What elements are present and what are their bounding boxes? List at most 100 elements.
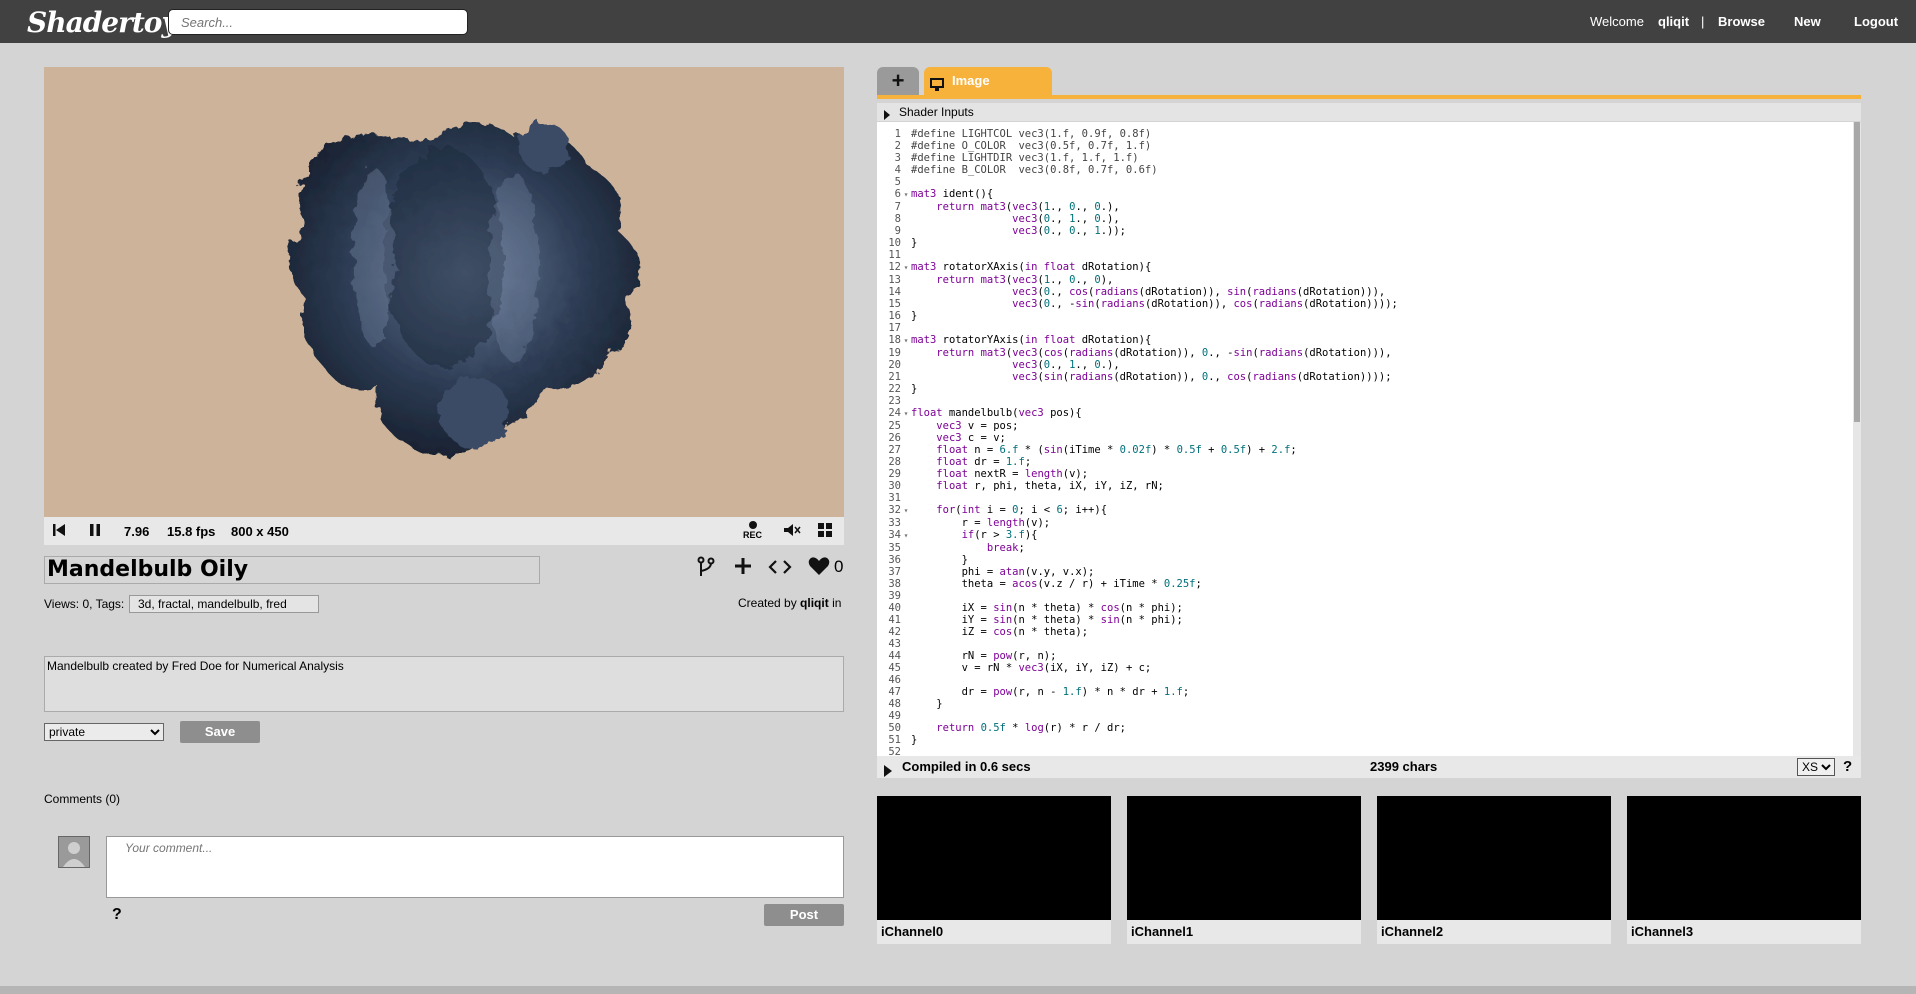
code-text[interactable]: vec3 c = v;	[911, 432, 1006, 444]
code-line[interactable]: 47 dr = pow(r, n - 1.f) * n * dr + 1.f;	[877, 686, 1398, 698]
code-line[interactable]: 51}	[877, 734, 1398, 746]
code-line[interactable]: 24 ▾ float mandelbulb(vec3 pos){	[877, 407, 1398, 420]
post-comment-button[interactable]: Post	[764, 904, 844, 926]
ichannel2-slot[interactable]: iChannel2	[1377, 796, 1611, 944]
code-line[interactable]: 44 rN = pow(r, n);	[877, 650, 1398, 662]
code-text[interactable]: iX = sin(n * theta) * cos(n * phi);	[911, 602, 1183, 614]
code-text[interactable]: }	[911, 310, 917, 322]
code-line[interactable]: 18 ▾ mat3 rotatorYAxis(in float dRotation)…	[877, 334, 1398, 347]
code-line[interactable]: 31	[877, 492, 1398, 504]
code-line[interactable]: 52	[877, 746, 1398, 756]
fold-arrow-icon[interactable]: ▾	[901, 262, 911, 274]
code-line[interactable]: 27 float n = 6.f * (sin(iTime * 0.02f) *…	[877, 444, 1398, 456]
fullscreen-icon[interactable]	[817, 522, 833, 541]
code-text[interactable]: }	[911, 383, 917, 395]
code-line[interactable]: 3 #define LIGHTDIR vec3(1.f, 1.f, 1.f)	[877, 152, 1398, 164]
ichannel3-preview[interactable]	[1627, 796, 1861, 920]
code-line[interactable]: 49	[877, 710, 1398, 722]
code-text[interactable]: phi = atan(v.y, v.x);	[911, 566, 1095, 578]
logout-link[interactable]: Logout	[1854, 14, 1898, 29]
code-line[interactable]: 17	[877, 322, 1398, 334]
code-line[interactable]: 38 theta = acos(v.z / r) + iTime * 0.25f…	[877, 578, 1398, 590]
fold-arrow-icon[interactable]: ▾	[901, 189, 911, 201]
code-line[interactable]: 48 }	[877, 698, 1398, 710]
code-line[interactable]: 50 return 0.5f * log(r) * r / dr;	[877, 722, 1398, 734]
code-line[interactable]: 14 vec3(0., cos(radians(dRotation)), sin…	[877, 286, 1398, 298]
code-text[interactable]: return mat3(vec3(1., 0., 0.),	[911, 201, 1119, 213]
code-line[interactable]: 11	[877, 249, 1398, 261]
code-line[interactable]: 40 iX = sin(n * theta) * cos(n * phi);	[877, 602, 1398, 614]
code-line[interactable]: 41 iY = sin(n * theta) * sin(n * phi);	[877, 614, 1398, 626]
code-line[interactable]: 8 vec3(0., 1., 0.),	[877, 213, 1398, 225]
code-line[interactable]: 16}	[877, 310, 1398, 322]
code-line[interactable]: 33 r = length(v);	[877, 517, 1398, 529]
add-tab-button[interactable]: +	[877, 67, 919, 95]
code-text[interactable]: #define LIGHTCOL vec3(1.f, 0.9f, 0.8f)	[911, 128, 1151, 140]
code-line[interactable]: 6 ▾ mat3 ident(){	[877, 188, 1398, 201]
code-text[interactable]: r = length(v);	[911, 517, 1051, 529]
code-line[interactable]: 9 vec3(0., 0., 1.));	[877, 225, 1398, 237]
shader-title-input[interactable]: Mandelbulb Oily	[44, 556, 540, 584]
comment-help-link[interactable]: ?	[112, 906, 122, 924]
pause-icon[interactable]	[88, 522, 102, 541]
code-line[interactable]: 37 phi = atan(v.y, v.x);	[877, 566, 1398, 578]
code-text[interactable]: }	[911, 698, 942, 710]
author-link[interactable]: qliqit	[800, 596, 829, 610]
code-text[interactable]: }	[911, 554, 968, 566]
code-text[interactable]: #define O_COLOR vec3(0.5f, 0.7f, 1.f)	[911, 140, 1151, 152]
code-text[interactable]: break;	[911, 542, 1025, 554]
code-line[interactable]: 36 }	[877, 554, 1398, 566]
description-textarea[interactable]: Mandelbulb created by Fred Doe for Numer…	[44, 656, 844, 712]
username-link[interactable]: qliqit	[1658, 14, 1689, 29]
comment-input[interactable]	[106, 836, 844, 898]
code-line[interactable]: 15 vec3(0., -sin(radians(dRotation)), co…	[877, 298, 1398, 310]
code-line[interactable]: 1 #define LIGHTCOL vec3(1.f, 0.9f, 0.8f)	[877, 128, 1398, 140]
code-line[interactable]: 23	[877, 395, 1398, 407]
fold-arrow-icon[interactable]: ▾	[901, 505, 911, 517]
code-text[interactable]: iZ = cos(n * theta);	[911, 626, 1088, 638]
ichannel1-preview[interactable]	[1127, 796, 1361, 920]
code-text[interactable]: return mat3(vec3(cos(radians(dRotation))…	[911, 347, 1391, 359]
code-text[interactable]: #define B_COLOR vec3(0.8f, 0.7f, 0.6f)	[911, 164, 1158, 176]
code-line[interactable]: 39	[877, 590, 1398, 602]
code-editor[interactable]: 1 #define LIGHTCOL vec3(1.f, 0.9f, 0.8f) 2…	[877, 122, 1853, 756]
ichannel2-preview[interactable]	[1377, 796, 1611, 920]
fork-icon[interactable]	[697, 556, 715, 583]
ichannel1-slot[interactable]: iChannel1	[1127, 796, 1361, 944]
code-text[interactable]: }	[911, 734, 917, 746]
code-text[interactable]: mat3 ident(){	[911, 188, 993, 200]
volume-icon[interactable]	[782, 522, 802, 541]
shader-canvas[interactable]	[44, 67, 844, 517]
code-line[interactable]: 20 vec3(0., 1., 0.),	[877, 359, 1398, 371]
code-line[interactable]: 25 vec3 v = pos;	[877, 420, 1398, 432]
code-text[interactable]: return 0.5f * log(r) * r / dr;	[911, 722, 1126, 734]
rewind-icon[interactable]	[52, 522, 66, 541]
add-icon[interactable]	[733, 555, 753, 582]
code-line[interactable]: 7 return mat3(vec3(1., 0., 0.),	[877, 201, 1398, 213]
code-text[interactable]: dr = pow(r, n - 1.f) * n * dr + 1.f;	[911, 686, 1190, 698]
tab-image[interactable]: Image	[924, 67, 1052, 95]
code-text[interactable]: vec3(0., 0., 1.));	[911, 225, 1126, 237]
ichannel0-preview[interactable]	[877, 796, 1111, 920]
code-text[interactable]: float dr = 1.f;	[911, 456, 1031, 468]
code-line[interactable]: 10}	[877, 237, 1398, 249]
code-text[interactable]: vec3(sin(radians(dRotation)), 0., cos(ra…	[911, 371, 1391, 383]
ichannel3-slot[interactable]: iChannel3	[1627, 796, 1861, 944]
code-text[interactable]: iY = sin(n * theta) * sin(n * phi);	[911, 614, 1183, 626]
code-text[interactable]: vec3 v = pos;	[911, 420, 1018, 432]
code-text[interactable]: float nextR = length(v);	[911, 468, 1088, 480]
code-text[interactable]: if(r > 3.f){	[911, 529, 1038, 541]
code-line[interactable]: 32 ▾ for(int i = 0; i < 6; i++){	[877, 504, 1398, 517]
code-text[interactable]: theta = acos(v.z / r) + iTime * 0.25f;	[911, 578, 1202, 590]
code-text[interactable]: #define LIGHTDIR vec3(1.f, 1.f, 1.f)	[911, 152, 1139, 164]
code-text[interactable]: float r, phi, theta, iX, iY, iZ, rN;	[911, 480, 1164, 492]
code-line[interactable]: 4 #define B_COLOR vec3(0.8f, 0.7f, 0.6f)	[877, 164, 1398, 176]
code-text[interactable]: vec3(0., 1., 0.),	[911, 359, 1120, 371]
browse-link[interactable]: Browse	[1718, 14, 1765, 29]
code-line[interactable]: 2 #define O_COLOR vec3(0.5f, 0.7f, 1.f)	[877, 140, 1398, 152]
fold-arrow-icon[interactable]: ▾	[901, 335, 911, 347]
ichannel0-slot[interactable]: iChannel0	[877, 796, 1111, 944]
shadertoy-logo[interactable]: Shadertoy	[27, 6, 178, 39]
record-button[interactable]: REC	[743, 520, 762, 540]
search-input[interactable]	[168, 9, 468, 35]
